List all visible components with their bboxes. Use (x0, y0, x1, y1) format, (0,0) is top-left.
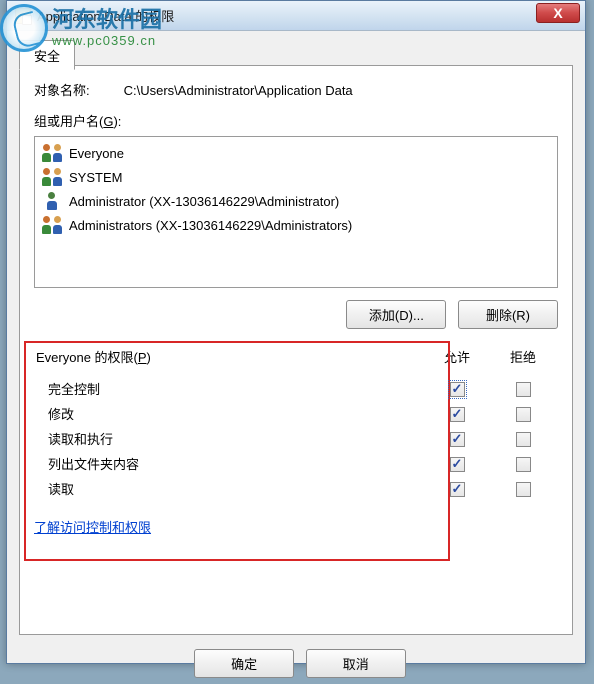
list-item[interactable]: Everyone (37, 141, 555, 165)
perm-row: 读取 (34, 476, 558, 501)
perm-row: 列出文件夹内容 (34, 451, 558, 476)
perm-name: 读取 (48, 479, 424, 498)
permissions-dialog: Application Data 的权限 X 安全 对象名称: C:\Users… (6, 0, 586, 664)
deny-checkbox[interactable] (516, 432, 531, 447)
deny-checkbox[interactable] (516, 382, 531, 397)
column-allow: 允许 (424, 347, 490, 366)
object-path: C:\Users\Administrator\Application Data (124, 83, 353, 98)
group-icon (43, 168, 61, 186)
list-item-label: Everyone (69, 146, 124, 161)
window-title: Application Data 的权限 (37, 6, 174, 25)
perm-row: 读取和执行 (34, 426, 558, 451)
allow-checkbox[interactable] (450, 382, 465, 397)
group-icon (43, 216, 61, 234)
allow-checkbox[interactable] (450, 407, 465, 422)
list-item[interactable]: Administrators (XX-13036146229\Administr… (37, 213, 555, 237)
list-item[interactable]: SYSTEM (37, 165, 555, 189)
allow-checkbox[interactable] (450, 482, 465, 497)
add-button[interactable]: 添加(D)... (346, 300, 446, 329)
groups-label: 组或用户名(G): (34, 111, 558, 130)
perm-name: 修改 (48, 404, 424, 423)
tab-security[interactable]: 安全 (19, 40, 75, 70)
user-icon (43, 192, 61, 210)
user-buttons: 添加(D)... 删除(R) (34, 300, 558, 329)
perm-name: 完全控制 (48, 379, 424, 398)
folder-properties-icon (15, 8, 31, 24)
allow-checkbox[interactable] (450, 457, 465, 472)
list-item-label: Administrators (XX-13036146229\Administr… (69, 218, 352, 233)
perm-row: 完全控制 (34, 376, 558, 401)
users-groups-list[interactable]: Everyone SYSTEM Administrator (XX-130361… (34, 136, 558, 288)
column-deny: 拒绝 (490, 347, 556, 366)
tab-panel: 对象名称: C:\Users\Administrator\Application… (19, 65, 573, 635)
deny-checkbox[interactable] (516, 407, 531, 422)
perm-row: 修改 (34, 401, 558, 426)
object-name-label: 对象名称: (34, 80, 120, 99)
perm-name: 列出文件夹内容 (48, 454, 424, 473)
list-item-label: Administrator (XX-13036146229\Administra… (69, 194, 339, 209)
learn-link[interactable]: 了解访问控制和权限 (34, 517, 151, 536)
permissions-area: Everyone 的权限(P) 允许 拒绝 完全控制 修改 读取和执行 (34, 347, 558, 536)
deny-checkbox[interactable] (516, 482, 531, 497)
perm-name: 读取和执行 (48, 429, 424, 448)
list-item[interactable]: Administrator (XX-13036146229\Administra… (37, 189, 555, 213)
object-name-row: 对象名称: C:\Users\Administrator\Application… (34, 80, 558, 99)
remove-button[interactable]: 删除(R) (458, 300, 558, 329)
tab-strip: 安全 (19, 39, 585, 65)
permissions-grid: 完全控制 修改 读取和执行 列出文件夹内容 (34, 376, 558, 501)
permissions-title: Everyone 的权限(P) (36, 347, 424, 366)
close-button[interactable]: X (536, 3, 580, 23)
deny-checkbox[interactable] (516, 457, 531, 472)
allow-checkbox[interactable] (450, 432, 465, 447)
titlebar[interactable]: Application Data 的权限 X (7, 1, 585, 31)
list-item-label: SYSTEM (69, 170, 122, 185)
group-icon (43, 144, 61, 162)
permissions-header: Everyone 的权限(P) 允许 拒绝 (34, 347, 558, 366)
